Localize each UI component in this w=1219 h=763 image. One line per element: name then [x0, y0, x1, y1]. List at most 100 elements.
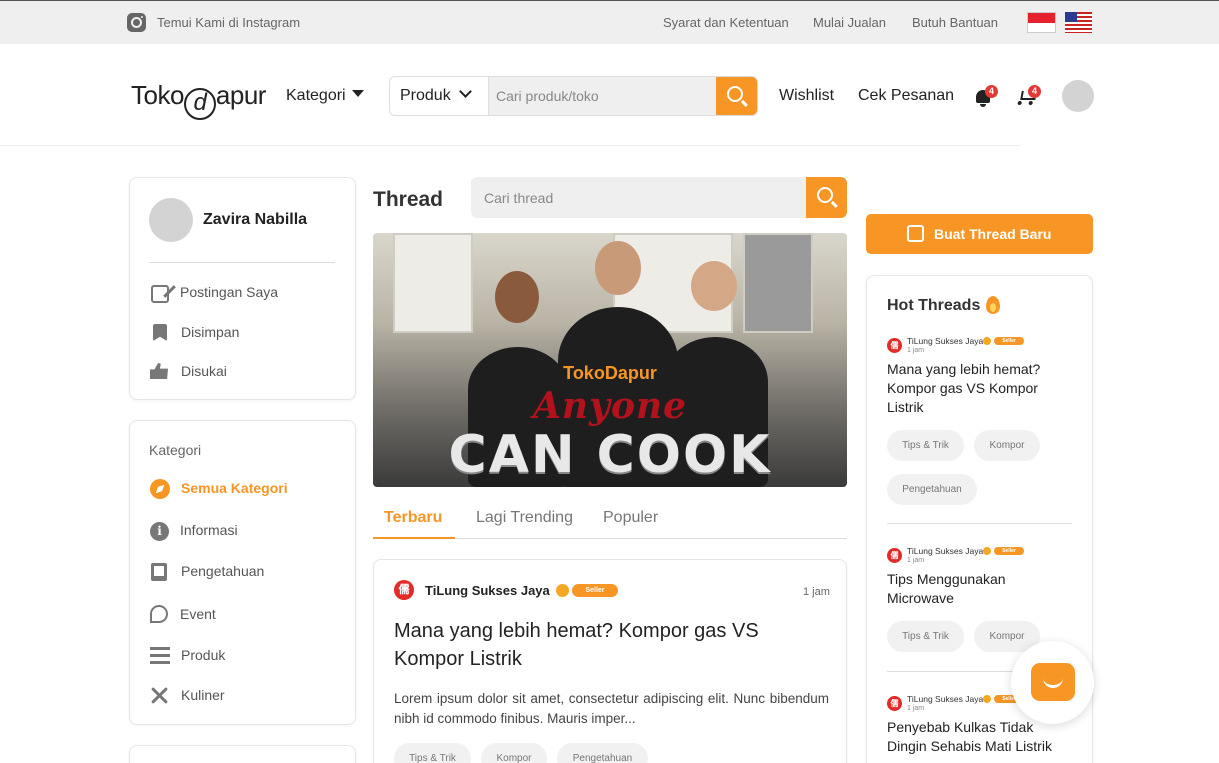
- tab-popular[interactable]: Populer: [603, 509, 658, 527]
- search-scope-select[interactable]: Produk: [390, 77, 489, 115]
- utensils-icon: [150, 686, 169, 705]
- menu-liked[interactable]: Disukai: [181, 363, 227, 379]
- banner-subheadline: CAN COOK: [448, 425, 772, 485]
- category-information[interactable]: Informasi: [180, 522, 238, 538]
- verified-icon: [983, 695, 991, 703]
- category-event[interactable]: Event: [180, 606, 216, 622]
- site-logo[interactable]: Toko d apur: [131, 80, 266, 120]
- seller-badge: Seller: [572, 584, 618, 597]
- tab-trending[interactable]: Lagi Trending: [476, 509, 573, 527]
- person-head: [495, 271, 539, 323]
- pencil-icon: [907, 225, 924, 242]
- tag-chip[interactable]: Kompor: [974, 430, 1040, 461]
- store-logo: 儒: [887, 338, 902, 353]
- hot-divider: [887, 523, 1072, 524]
- category-dropdown[interactable]: Kategori: [286, 87, 364, 105]
- menu-saved[interactable]: Disimpan: [181, 324, 239, 340]
- menu-my-posts[interactable]: Postingan Saya: [180, 284, 278, 300]
- post-title[interactable]: Mana yang lebih hemat? Kompor gas VS Kom…: [394, 617, 814, 673]
- thread-search-button[interactable]: [806, 177, 847, 218]
- seller-badge: Seller: [994, 337, 1024, 345]
- notification-badge: 4: [985, 85, 998, 98]
- seller-badge: Seller: [994, 547, 1024, 555]
- category-culinary[interactable]: Kuliner: [181, 687, 225, 703]
- tab-active-indicator: [373, 537, 455, 539]
- search-icon: [817, 187, 833, 203]
- us-flag-icon[interactable]: [1065, 12, 1092, 33]
- profile-avatar[interactable]: [149, 198, 193, 242]
- search-button[interactable]: [716, 77, 757, 115]
- hot-author[interactable]: TiLung Sukses Jaya: [907, 546, 983, 556]
- user-avatar[interactable]: [1062, 80, 1094, 112]
- banner-brand: TokoDapur: [563, 363, 657, 383]
- tag-chip[interactable]: Pengetahuan: [557, 743, 648, 763]
- verified-icon: [556, 584, 569, 597]
- category-product[interactable]: Produk: [181, 647, 225, 663]
- hot-thread-title[interactable]: Penyebab Kulkas Tidak Dingin Sehabis Mat…: [887, 718, 1067, 756]
- new-thread-button[interactable]: Buat Thread Baru: [866, 214, 1093, 254]
- wishlist-link[interactable]: Wishlist: [779, 87, 834, 105]
- chevron-down-icon: [458, 85, 472, 98]
- tag-chip[interactable]: Pengetahuan: [887, 474, 977, 505]
- person-head: [691, 261, 737, 311]
- store-logo: 儒: [887, 548, 902, 563]
- tag-chip[interactable]: Tips & Trik: [887, 621, 964, 652]
- person-head: [595, 241, 641, 295]
- header-divider: [0, 145, 1020, 146]
- top-bar: Temui Kami di Instagram Syarat dan Keten…: [0, 0, 1219, 44]
- product-search: Produk: [389, 76, 758, 116]
- tab-latest[interactable]: Terbaru: [384, 509, 442, 527]
- verified-icon: [983, 337, 991, 345]
- tag-chip[interactable]: Tips & Trik: [394, 743, 471, 763]
- profile-name[interactable]: Zavira Nabilla: [203, 211, 307, 229]
- verified-icon: [983, 547, 991, 555]
- store-logo: 儒: [887, 696, 902, 711]
- start-selling-link[interactable]: Mulai Jualan: [813, 15, 886, 30]
- order-check-link[interactable]: Cek Pesanan: [858, 87, 954, 105]
- hot-thread-title[interactable]: Tips Menggunakan Microwave: [887, 570, 1067, 608]
- caret-down-icon: [351, 90, 364, 97]
- hot-thread-title[interactable]: Mana yang lebih hemat? Kompor gas VS Kom…: [887, 360, 1067, 417]
- banner-headline: Anyone: [532, 385, 688, 427]
- compass-icon: [150, 479, 170, 499]
- cart-badge: 4: [1028, 85, 1041, 98]
- thread-search-input[interactable]: [471, 177, 806, 218]
- chat-icon: [1031, 663, 1075, 701]
- event-icon: [150, 605, 168, 623]
- edit-icon: [151, 285, 169, 303]
- fire-icon: [986, 296, 1000, 314]
- instagram-link[interactable]: Temui Kami di Instagram: [157, 15, 300, 30]
- hot-time: 1 jam: [907, 557, 925, 564]
- tag-chip[interactable]: Kompor: [481, 743, 547, 763]
- cabinet-shape: [393, 233, 473, 333]
- hot-threads-title: Hot Threads: [887, 297, 981, 314]
- post-author[interactable]: TiLung Sukses Jaya: [425, 583, 550, 598]
- category-title: Kategori: [149, 442, 202, 458]
- search-input[interactable]: [490, 77, 718, 115]
- indonesia-flag-icon[interactable]: [1027, 12, 1056, 33]
- search-icon: [727, 86, 743, 102]
- book-icon: [151, 563, 167, 581]
- post-excerpt: Lorem ipsum dolor sit amet, consectetur …: [394, 691, 829, 726]
- chat-button[interactable]: [1011, 641, 1094, 724]
- extra-card: [129, 745, 356, 763]
- info-icon: i: [150, 522, 169, 541]
- terms-link[interactable]: Syarat dan Ketentuan: [663, 15, 789, 30]
- hot-time: 1 jam: [907, 347, 925, 354]
- help-link[interactable]: Butuh Bantuan: [912, 15, 998, 30]
- page-title: Thread: [373, 188, 444, 211]
- hot-author[interactable]: TiLung Sukses Jaya: [907, 336, 983, 346]
- fridge-shape: [743, 233, 813, 333]
- tag-chip[interactable]: Tips & Trik: [887, 430, 964, 461]
- promo-banner[interactable]: TokoDapur Anyone CAN COOK: [373, 233, 847, 487]
- hot-author[interactable]: TiLung Sukses Jaya: [907, 694, 983, 704]
- store-logo: 儒: [394, 580, 414, 600]
- category-knowledge[interactable]: Pengetahuan: [181, 563, 264, 579]
- post-time: 1 jam: [803, 586, 830, 598]
- profile-divider: [149, 262, 335, 263]
- instagram-icon[interactable]: [127, 13, 146, 32]
- thread-search: [471, 177, 847, 218]
- category-all[interactable]: Semua Kategori: [181, 480, 288, 496]
- hot-time: 1 jam: [907, 705, 925, 712]
- product-icon: [150, 647, 170, 665]
